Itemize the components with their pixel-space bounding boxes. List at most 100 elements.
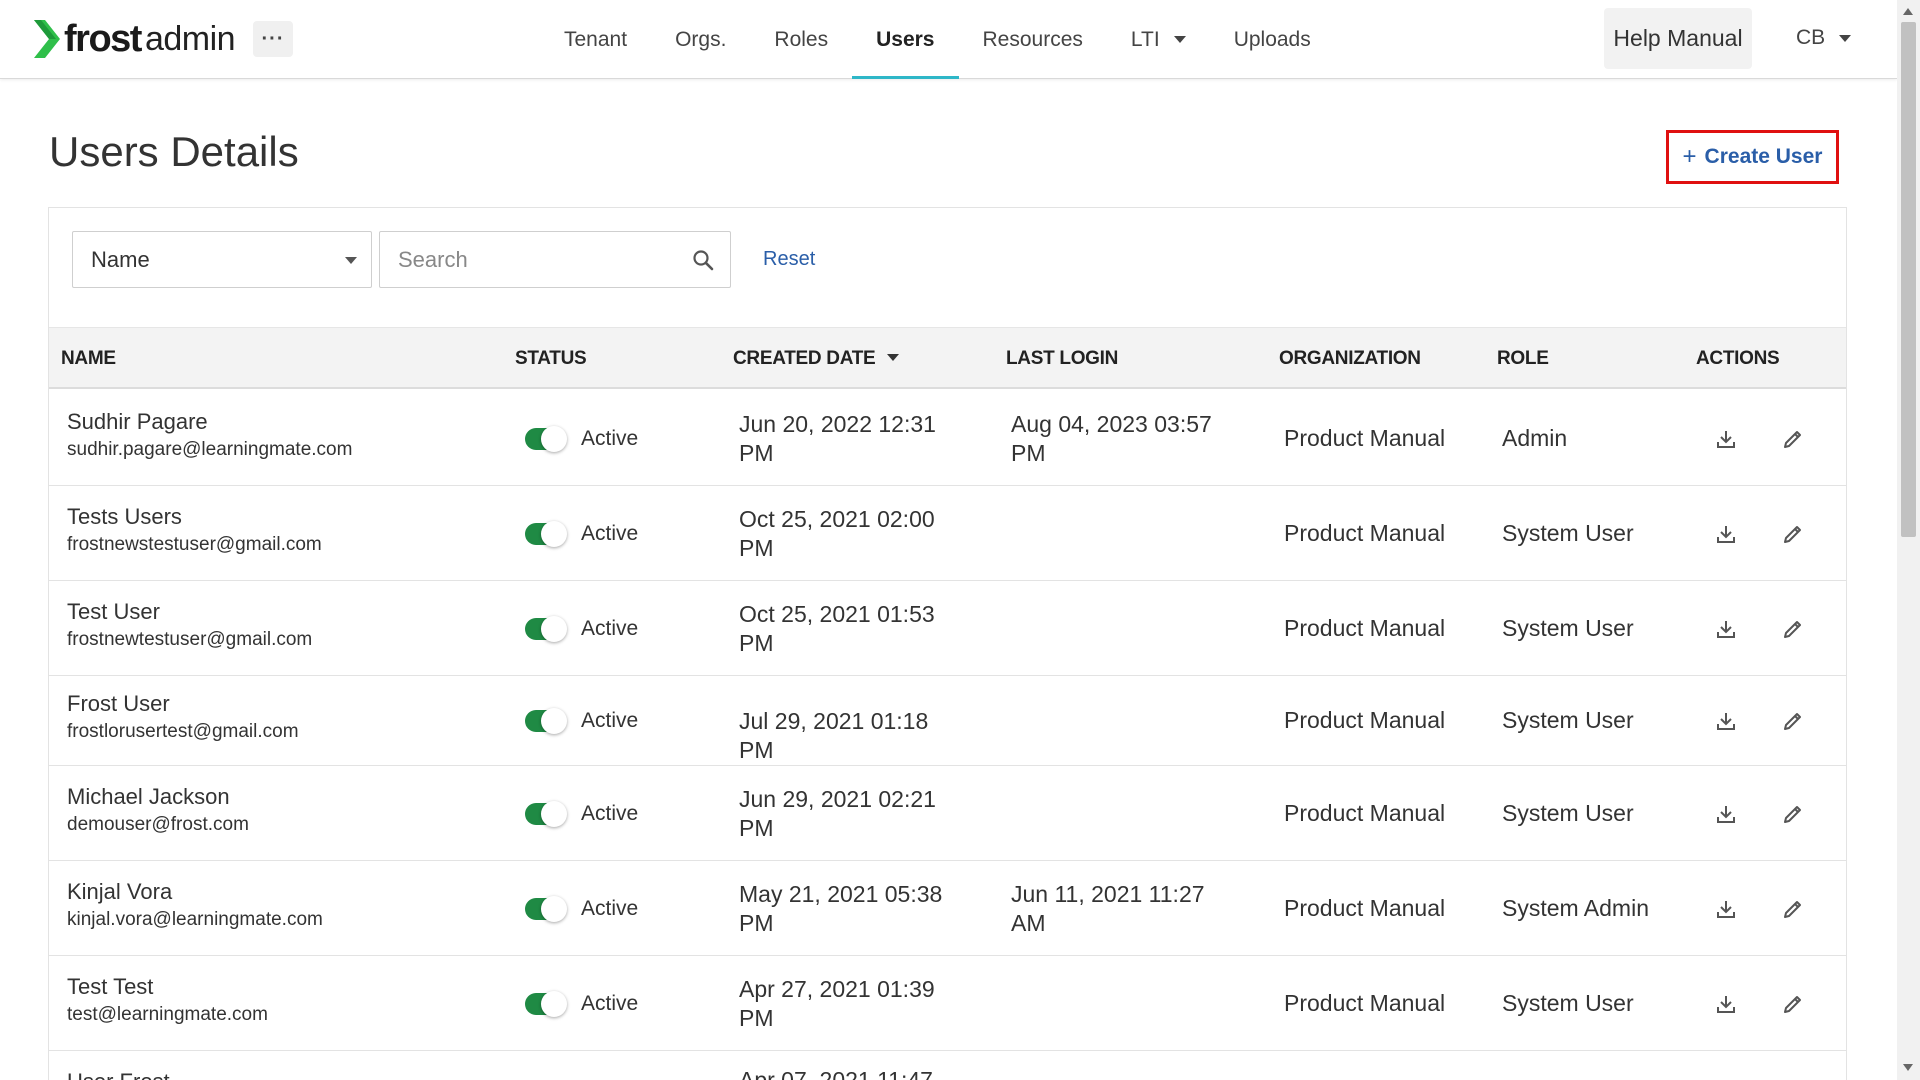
status-toggle[interactable] — [525, 708, 567, 734]
last-login-line2: AM — [1011, 909, 1046, 936]
created-date-line1: May 21, 2021 05:38 — [739, 880, 943, 907]
status-toggle[interactable] — [525, 895, 567, 922]
column-header-role[interactable]: ROLE — [1497, 348, 1549, 370]
nav-users[interactable]: Users — [852, 0, 959, 79]
top-navbar: frost admin ··· Tenant Orgs. Roles Users… — [0, 0, 1897, 79]
edit-pencil-icon[interactable] — [1782, 803, 1804, 825]
organization: Product Manual — [1284, 519, 1446, 546]
user-email: demouser@frost.com — [67, 813, 249, 835]
download-icon[interactable] — [1715, 993, 1737, 1015]
column-header-created-date[interactable]: CREATED DATE — [733, 348, 900, 370]
created-date: Apr 07, 2021 11:47 — [739, 1067, 933, 1080]
user-name: User Frost — [67, 1069, 170, 1080]
nav-roles[interactable]: Roles — [750, 0, 852, 79]
download-icon[interactable] — [1715, 710, 1737, 732]
table-row[interactable]: Test User frostnewtestuser@gmail.com Activ… — [49, 581, 1846, 676]
main-nav: Tenant Orgs. Roles Users Resources LTI U… — [540, 0, 1335, 79]
organization: Product Manual — [1284, 614, 1446, 641]
status-toggle[interactable] — [525, 800, 567, 827]
last-login: Aug 04, 2023 03:57 PM — [1011, 410, 1241, 468]
edit-pencil-icon[interactable] — [1782, 428, 1804, 450]
table-row[interactable]: Kinjal Vora kinjal.vora@learningmate.com A… — [49, 861, 1846, 956]
created-date-line1: Oct 25, 2021 01:53 — [739, 600, 935, 627]
status-label: Active — [581, 991, 639, 1015]
created-date-line2: PM — [739, 814, 774, 841]
filter-field-select[interactable]: Name — [72, 231, 372, 288]
created-date: May 21, 2021 05:38 PM — [739, 880, 969, 938]
more-options-button[interactable]: ··· — [253, 21, 293, 57]
organization: Product Manual — [1284, 799, 1446, 826]
search-input[interactable] — [380, 232, 670, 287]
created-date-line2: PM — [739, 534, 774, 561]
column-header-actions: ACTIONS — [1696, 348, 1780, 369]
table-row[interactable]: Tests Users frostnewstestuser@gmail.com Ac… — [49, 486, 1846, 581]
nav-lti[interactable]: LTI — [1107, 0, 1210, 79]
download-icon[interactable] — [1715, 618, 1737, 640]
download-icon[interactable] — [1715, 428, 1737, 450]
frost-admin-logo[interactable]: frost admin — [34, 18, 236, 60]
role: Admin — [1502, 424, 1568, 451]
user-name: Test Test — [67, 973, 154, 999]
column-header-organization[interactable]: ORGANIZATION — [1279, 348, 1421, 370]
toggle-knob — [541, 990, 567, 1017]
user-email: sudhir.pagare@learningmate.com — [67, 438, 353, 460]
create-user-button[interactable]: + Create User — [1666, 130, 1839, 184]
status-label: Active — [581, 521, 639, 545]
scroll-down-arrow-icon[interactable] — [1903, 1064, 1913, 1071]
help-manual-button[interactable]: Help Manual — [1604, 8, 1752, 69]
download-icon[interactable] — [1715, 523, 1737, 545]
toggle-knob — [541, 520, 567, 547]
nav-uploads[interactable]: Uploads — [1210, 0, 1335, 79]
status-label: Active — [581, 616, 639, 640]
nav-resources-label: Resources — [982, 27, 1083, 51]
organization: Product Manual — [1284, 707, 1446, 733]
table-row[interactable]: Frost User frostlorusertest@gmail.com Acti… — [49, 676, 1846, 766]
role: System User — [1502, 707, 1634, 733]
scroll-thumb[interactable] — [1901, 22, 1916, 537]
nav-orgs[interactable]: Orgs. — [651, 0, 750, 79]
nav-tenant[interactable]: Tenant — [540, 0, 651, 79]
scroll-up-arrow-icon[interactable] — [1903, 8, 1913, 15]
created-date-label: CREATED DATE — [733, 348, 876, 369]
edit-pencil-icon[interactable] — [1782, 523, 1804, 545]
logo-text-frost: frost — [64, 18, 142, 60]
search-icon[interactable] — [692, 249, 714, 271]
edit-pencil-icon[interactable] — [1782, 618, 1804, 640]
search-box — [379, 231, 731, 288]
edit-pencil-icon[interactable] — [1782, 993, 1804, 1015]
toggle-knob — [541, 800, 567, 827]
user-menu[interactable]: CB — [1796, 26, 1852, 50]
status-label: Active — [581, 709, 639, 732]
organization: Product Manual — [1284, 894, 1446, 921]
table-row[interactable]: Test Test test@learningmate.com Active Apr … — [49, 956, 1846, 1051]
status-toggle[interactable] — [525, 425, 567, 452]
nav-tenant-label: Tenant — [564, 27, 628, 51]
column-header-last-login[interactable]: LAST LOGIN — [1006, 348, 1118, 370]
frost-logo-icon — [34, 20, 60, 58]
created-date: Oct 25, 2021 02:00 PM — [739, 505, 969, 563]
user-email: frostnewstestuser@gmail.com — [67, 533, 322, 555]
column-header-status[interactable]: STATUS — [515, 348, 587, 370]
role: System Admin — [1502, 894, 1649, 921]
table-row[interactable]: Sudhir Pagare sudhir.pagare@learningmate.… — [49, 391, 1846, 486]
toggle-knob — [541, 895, 567, 922]
nav-resources[interactable]: Resources — [959, 0, 1107, 79]
download-icon[interactable] — [1715, 803, 1737, 825]
logo-text-admin: admin — [144, 20, 236, 58]
filter-field-value: Name — [91, 246, 150, 272]
table-row[interactable]: User Frost Apr 07, 2021 11:47 — [49, 1051, 1846, 1080]
edit-pencil-icon[interactable] — [1782, 710, 1804, 732]
status-toggle[interactable] — [525, 520, 567, 547]
download-icon[interactable] — [1715, 898, 1737, 920]
edit-pencil-icon[interactable] — [1782, 898, 1804, 920]
created-date-line2: PM — [739, 909, 774, 936]
status-toggle[interactable] — [525, 615, 567, 642]
nav-roles-label: Roles — [774, 27, 829, 51]
created-date-line2: PM — [739, 439, 774, 466]
page-scrollbar[interactable] — [1897, 0, 1920, 1080]
status-toggle[interactable] — [525, 990, 567, 1017]
table-row[interactable]: Michael Jackson demouser@frost.com Active J… — [49, 766, 1846, 861]
organization: Product Manual — [1284, 424, 1446, 451]
reset-link[interactable]: Reset — [763, 248, 815, 271]
column-header-name[interactable]: NAME — [61, 348, 116, 370]
